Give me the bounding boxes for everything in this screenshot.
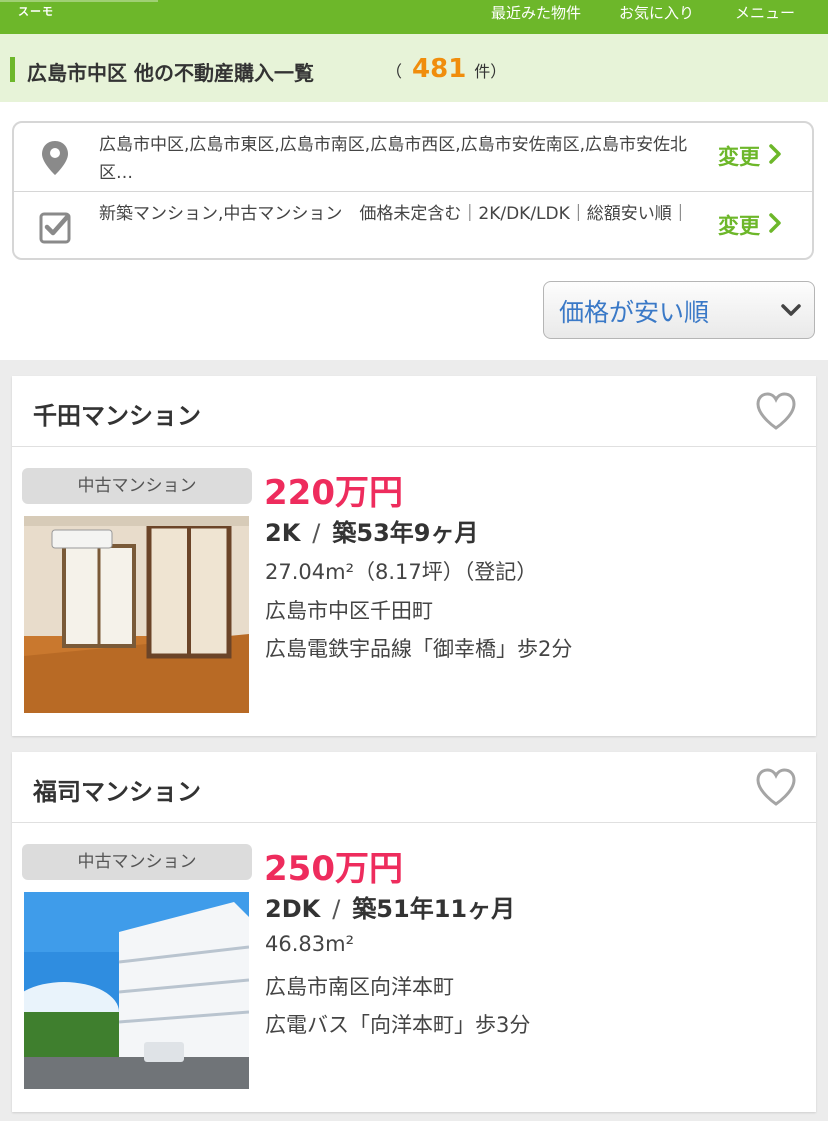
listing-photo[interactable]: [24, 516, 249, 713]
listing-area-size: 27.04m²（8.17坪）（登記）: [265, 560, 538, 584]
sort-select[interactable]: 価格が安い順: [543, 281, 815, 339]
listing-address: 広島市中区千田町: [265, 599, 433, 623]
listing-layout: 2K: [265, 519, 301, 547]
listing-name[interactable]: 福司マンション: [33, 772, 201, 807]
filter-condition-row[interactable]: 新築マンション,中古マンション 価格未定含む｜2K/DK/LDK｜総額安い順｜ …: [14, 192, 812, 258]
menu-link[interactable]: メニュー: [735, 2, 795, 23]
listing-access: 広電バス「向洋本町」歩3分: [265, 1013, 531, 1037]
sort-selected-value: 価格が安い順: [559, 298, 710, 327]
filter-change-button[interactable]: 変更: [718, 210, 782, 240]
count-unit: 件）: [474, 62, 507, 81]
page-title: 広島市中区 他の不動産購入一覧: [27, 61, 314, 85]
listing-area-size: 46.83m²: [265, 932, 354, 956]
listing-price: 220万円: [264, 473, 403, 513]
listing-age: 築53年9ヶ月: [332, 519, 479, 547]
listing-name[interactable]: 千田マンション: [33, 396, 201, 431]
result-count: （ 481 件）: [386, 54, 506, 84]
listing-access: 広島電鉄宇品線「御幸橋」歩2分: [265, 637, 573, 661]
location-pin-icon: [42, 141, 68, 175]
heart-icon[interactable]: [753, 388, 799, 434]
filter-condition-text: 新築マンション,中古マンション 価格未定含む｜2K/DK/LDK｜総額安い順｜: [99, 204, 689, 224]
heart-icon[interactable]: [753, 764, 799, 810]
spec-separator: /: [332, 895, 341, 923]
recently-viewed-link[interactable]: 最近みた物件: [491, 2, 581, 23]
listing-address: 広島市南区向洋本町: [265, 975, 454, 999]
count-open: （: [386, 62, 403, 81]
listing-price: 250万円: [264, 849, 403, 889]
area-change-button[interactable]: 変更: [718, 141, 782, 171]
listing-card-header: 千田マンション: [12, 376, 816, 447]
site-logo[interactable]: スーモ: [0, 0, 158, 18]
property-type-badge: 中古マンション: [22, 844, 252, 880]
listing-card[interactable]: 千田マンション 中古マンション 220万円 2K / 築53年9ヶ月 27.04m²…: [12, 376, 816, 736]
title-accent: [10, 57, 15, 82]
chevron-right-icon: [769, 144, 781, 164]
listing-card[interactable]: 福司マンション 中古マンション 250万円 2DK / 築51年11ヶ月 46.83…: [12, 752, 816, 1112]
listing-age: 築51年11ヶ月: [352, 895, 516, 923]
chevron-right-icon: [769, 213, 781, 233]
listing-spec: 2DK / 築51年11ヶ月: [265, 889, 515, 924]
area-change-label: 変更: [718, 145, 760, 169]
search-conditions: 広島市中区,広島市東区,広島市南区,広島市西区,広島市安佐南区,広島市安佐北区……: [12, 121, 814, 260]
property-type-badge: 中古マンション: [22, 468, 252, 504]
checkbox-icon: [39, 212, 71, 244]
listing-layout: 2DK: [265, 895, 321, 923]
filter-change-label: 変更: [718, 214, 760, 238]
top-bar: スーモ 最近みた物件 お気に入り メニュー: [0, 0, 828, 34]
area-condition-row[interactable]: 広島市中区,広島市東区,広島市南区,広島市西区,広島市安佐南区,広島市安佐北区……: [14, 123, 812, 192]
listing-spec: 2K / 築53年9ヶ月: [265, 513, 479, 548]
listing-card-header: 福司マンション: [12, 752, 816, 823]
count-number: 481: [412, 54, 467, 84]
spec-separator: /: [312, 519, 321, 547]
chevron-down-icon: [781, 304, 801, 316]
favorites-link[interactable]: お気に入り: [619, 2, 694, 23]
area-condition-text: 広島市中区,広島市東区,広島市南区,広島市西区,広島市安佐南区,広島市安佐北区…: [99, 135, 688, 183]
listing-photo[interactable]: [24, 892, 249, 1089]
